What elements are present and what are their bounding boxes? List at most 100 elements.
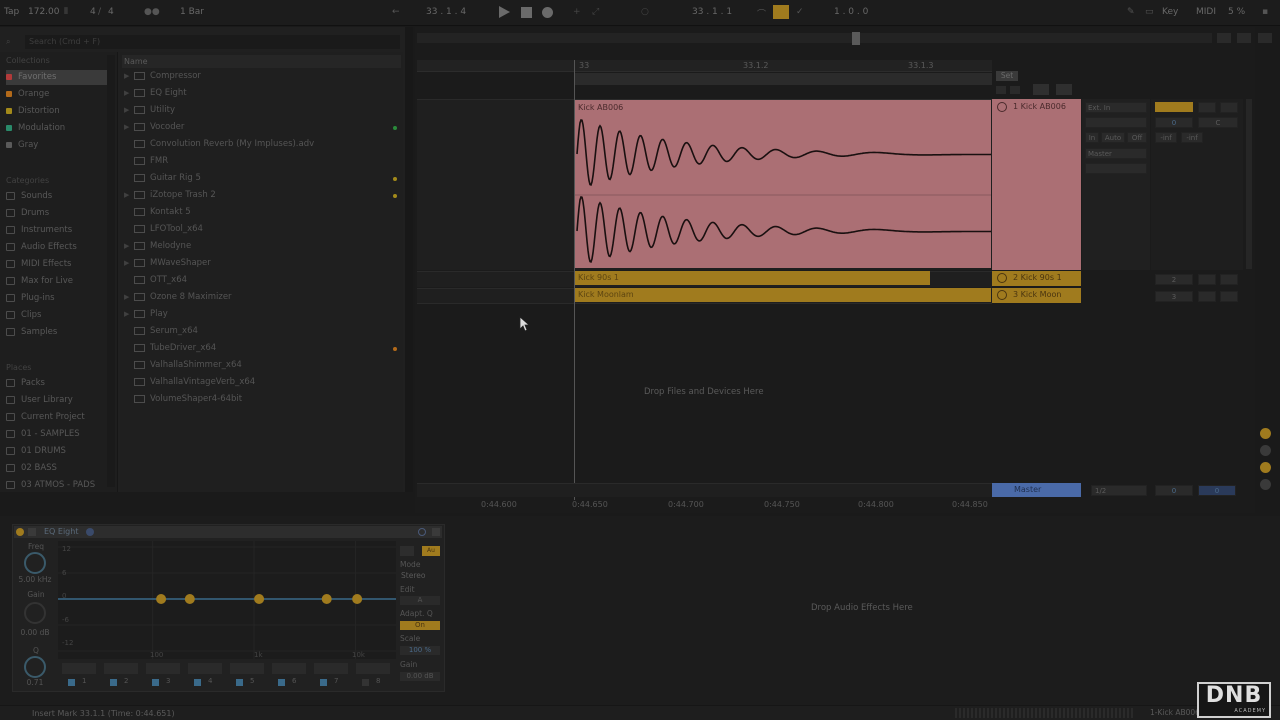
loop-toggle-icon[interactable] xyxy=(773,5,789,19)
expand-arrow-icon[interactable]: ▶ xyxy=(124,119,134,136)
band-filter-type-select[interactable] xyxy=(188,663,222,674)
arm-button-1[interactable] xyxy=(1220,102,1238,113)
volume-field-1[interactable]: 0 xyxy=(1155,117,1193,128)
meter-num[interactable]: 4 xyxy=(90,7,96,17)
sidebar-scrollbar[interactable] xyxy=(107,55,115,487)
nudge-icon[interactable]: ⦀ xyxy=(64,7,68,17)
browser-item[interactable]: ▶ Compressor xyxy=(124,68,399,85)
master-quantize-select[interactable]: 1/2 xyxy=(1091,485,1147,496)
track-scrollbar[interactable] xyxy=(1246,99,1252,269)
eq-band-point[interactable] xyxy=(352,594,363,604)
arm-button-2[interactable] xyxy=(1220,274,1238,285)
category-audio-effects[interactable]: Audio Effects xyxy=(6,240,77,255)
edit-select[interactable]: A xyxy=(400,596,440,605)
browser-item[interactable]: Serum_x64 xyxy=(124,323,399,340)
automation-arm-icon[interactable]: ⤢ xyxy=(592,7,599,17)
band-filter-type-select[interactable] xyxy=(272,663,306,674)
band-on-icon[interactable] xyxy=(278,679,285,686)
freq-value[interactable]: 5.00 kHz xyxy=(15,575,55,584)
computer-keyboard-icon[interactable]: ▭ xyxy=(1145,7,1154,17)
expand-arrow-icon[interactable]: ▶ xyxy=(124,238,134,255)
band-filter-type-select[interactable] xyxy=(62,663,96,674)
solo-button-3[interactable] xyxy=(1198,291,1216,302)
expand-arrow-icon[interactable]: ▶ xyxy=(124,255,134,272)
track-activator-3-icon[interactable] xyxy=(997,290,1007,300)
master-volume-field[interactable]: 0 xyxy=(1155,485,1193,496)
band-on-icon[interactable] xyxy=(152,679,159,686)
quantize-select[interactable]: 1 Bar xyxy=(180,7,204,17)
master-lane[interactable] xyxy=(417,483,992,497)
collection-orange[interactable]: Orange xyxy=(6,87,49,102)
band-on-icon[interactable] xyxy=(110,679,117,686)
expand-arrow-icon[interactable]: ▶ xyxy=(124,85,134,102)
io-toggle-icon[interactable] xyxy=(1260,428,1271,439)
overview-bar[interactable] xyxy=(417,33,1212,43)
eq-band-point[interactable] xyxy=(254,594,265,604)
expand-arrow-icon[interactable]: ▶ xyxy=(124,102,134,119)
punch-in-icon[interactable]: ⌒ xyxy=(757,7,766,20)
locator-prev-icon[interactable] xyxy=(996,86,1006,94)
place-item[interactable]: 02 BASS xyxy=(6,461,57,476)
place-item[interactable]: 01 - SAMPLES xyxy=(6,427,80,442)
loop-brace[interactable] xyxy=(574,73,992,85)
place-item[interactable]: 01 DRUMS xyxy=(6,444,66,459)
collection-distortion[interactable]: Distortion xyxy=(6,104,60,119)
input-channel-select[interactable] xyxy=(1085,117,1147,128)
input-type-select[interactable]: Ext. In xyxy=(1085,102,1147,113)
monitor-off-button[interactable]: Off xyxy=(1127,132,1147,143)
track-header-1[interactable] xyxy=(992,99,1081,270)
adaptive-au-button[interactable]: Au xyxy=(422,546,440,556)
gain-knob-icon[interactable] xyxy=(24,602,46,624)
scale-field[interactable]: 100 % xyxy=(400,646,440,655)
place-item[interactable]: 03 ATMOS - PADS xyxy=(6,478,95,493)
browser-item[interactable]: ▶ Play xyxy=(124,306,399,323)
track-volume-bar[interactable] xyxy=(1155,102,1193,112)
q-knob-icon[interactable] xyxy=(24,656,46,678)
device-fold-icon[interactable] xyxy=(28,528,36,536)
search-input[interactable]: Search (Cmd + F) xyxy=(25,35,400,49)
q-value[interactable]: 0.71 xyxy=(15,678,55,687)
output-channel-select[interactable] xyxy=(1085,163,1147,174)
output-gain-field[interactable]: 0.00 dB xyxy=(400,672,440,681)
place-item[interactable]: Current Project xyxy=(6,410,85,425)
device-on-icon[interactable] xyxy=(16,528,24,536)
loop-length-field[interactable]: 1 . 0 . 0 xyxy=(834,7,868,17)
pan-field-1[interactable]: C xyxy=(1198,117,1238,128)
fold-icon[interactable] xyxy=(1056,84,1072,95)
eq-band-point[interactable] xyxy=(184,594,195,604)
browser-item[interactable]: ▶ Utility xyxy=(124,102,399,119)
collection-modulation[interactable]: Modulation xyxy=(6,121,65,136)
punch-out-icon[interactable]: ✓ xyxy=(796,7,804,17)
browser-item[interactable]: VolumeShaper4-64bit xyxy=(124,391,399,408)
category-clips[interactable]: Clips xyxy=(6,308,41,323)
gain-value[interactable]: 0.00 dB xyxy=(15,628,55,637)
master-pan-field[interactable]: 0 xyxy=(1198,485,1236,496)
track-activator-1-icon[interactable] xyxy=(997,102,1007,112)
browser-item[interactable]: Guitar Rig 5 xyxy=(124,170,399,187)
browser-item[interactable]: ▶ iZotope Trash 2 xyxy=(124,187,399,204)
track-number-2[interactable]: 2 xyxy=(1155,274,1193,285)
scroll-up-icon[interactable] xyxy=(1258,33,1272,43)
play-icon[interactable] xyxy=(499,6,510,18)
band-on-icon[interactable] xyxy=(362,679,369,686)
expand-arrow-icon[interactable]: ▶ xyxy=(124,187,134,204)
metronome-icon[interactable]: ●● xyxy=(144,7,160,17)
list-header[interactable]: Name xyxy=(122,55,401,68)
track-activator-2-icon[interactable] xyxy=(997,273,1007,283)
adapt-q-toggle[interactable]: On xyxy=(400,621,440,630)
category-midi-effects[interactable]: MIDI Effects xyxy=(6,257,72,272)
collection-favorites[interactable]: Favorites xyxy=(6,70,110,85)
band-on-icon[interactable] xyxy=(194,679,201,686)
browser-item[interactable]: TubeDriver_x64 xyxy=(124,340,399,357)
band-on-icon[interactable] xyxy=(68,679,75,686)
arm-button-3[interactable] xyxy=(1220,291,1238,302)
overview-handle[interactable] xyxy=(852,32,860,45)
tap-button[interactable]: Tap xyxy=(4,7,19,17)
browser-item[interactable]: OTT_x64 xyxy=(124,272,399,289)
browser-item[interactable]: ValhallaVintageVerb_x64 xyxy=(124,374,399,391)
device-save-icon[interactable] xyxy=(418,528,426,536)
browser-item[interactable]: ▶ Vocoder xyxy=(124,119,399,136)
browser-item[interactable]: Convolution Reverb (My Impluses).adv xyxy=(124,136,399,153)
category-sounds[interactable]: Sounds xyxy=(6,189,52,204)
device-close-icon[interactable] xyxy=(432,528,440,536)
